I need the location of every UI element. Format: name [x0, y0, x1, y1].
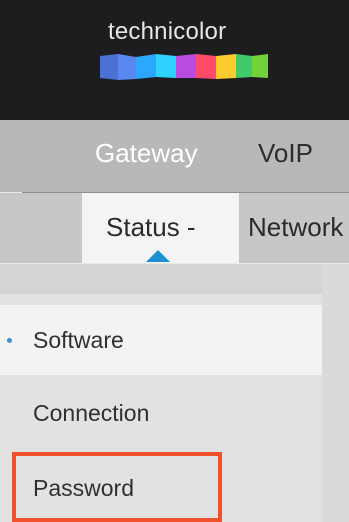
- sidebar-item-label: Connection: [33, 399, 150, 426]
- main-nav-gateway[interactable]: Gateway: [95, 138, 198, 169]
- header: technicolor: [0, 0, 349, 120]
- content-gutter: [322, 264, 349, 522]
- brand-name: technicolor: [108, 18, 227, 45]
- technicolor-logo-icon: [100, 54, 268, 80]
- sidebar-item-connection[interactable]: Connection: [0, 378, 322, 448]
- main-nav-voip[interactable]: VoIP: [258, 138, 313, 169]
- main-navigation: Gateway VoIP: [0, 120, 349, 192]
- sidebar-item-label: Password: [33, 474, 134, 501]
- sidebar-top-spacer: [0, 264, 322, 294]
- active-item-dot-icon: [7, 338, 12, 343]
- sidebar-item-software[interactable]: Software: [0, 305, 322, 375]
- active-tab-indicator-icon: [146, 250, 170, 262]
- router-admin-page: technicolor Gateway VoIP Status - Networ…: [0, 0, 349, 522]
- tab-network[interactable]: Network: [245, 193, 343, 263]
- sidebar-item-label: Software: [33, 326, 124, 353]
- sub-navigation: Status - Network: [0, 193, 349, 263]
- sidebar-item-password[interactable]: Password: [0, 453, 322, 522]
